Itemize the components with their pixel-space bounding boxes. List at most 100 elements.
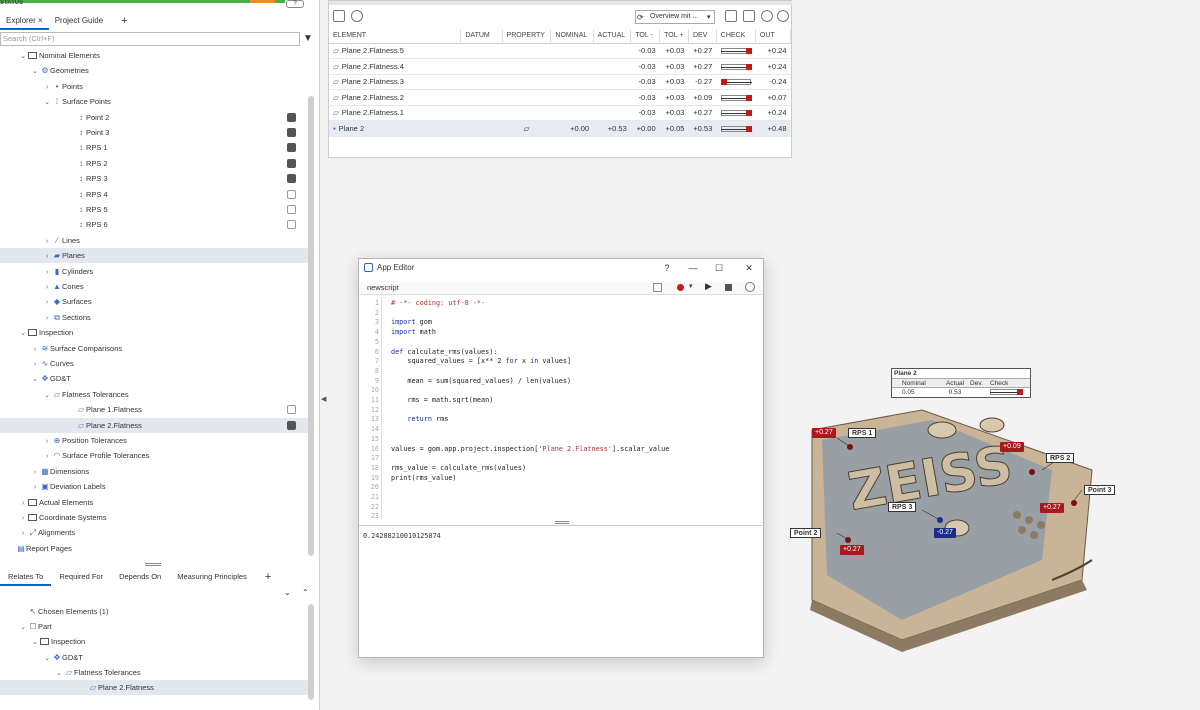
code-editor[interactable]: 1 # -*- coding: utf-8 -*- 2 3 import gom 4 imp… xyxy=(359,297,763,520)
tree-item[interactable]: ⌄ Nominal Elements xyxy=(0,48,310,63)
script-tab[interactable]: newscript xyxy=(359,281,763,295)
record-icon[interactable] xyxy=(677,284,684,291)
part-model[interactable]: ZEISS xyxy=(792,0,1200,710)
chevron-down-icon[interactable]: ⌄ xyxy=(18,326,28,341)
table-row[interactable]: ▱ Plane 2.Flatness.3 -0.03 +0.03 -0.27 -0.24 xyxy=(329,74,791,90)
tree-item[interactable]: › ◆ Surfaces xyxy=(0,294,310,309)
visibility-off-icon[interactable] xyxy=(287,405,296,415)
tree-item[interactable]: › ▲Cones xyxy=(0,279,310,294)
tab-relation[interactable]: Measuring Principles xyxy=(169,568,255,586)
tree-item[interactable]: ⌄ Inspection xyxy=(0,325,310,340)
list-icon[interactable] xyxy=(725,10,737,22)
add-tab-button[interactable]: + xyxy=(255,568,281,586)
tree-item[interactable]: › Actual Elements xyxy=(0,495,310,510)
column-header[interactable]: PROPERTY xyxy=(502,29,552,44)
eye-icon[interactable] xyxy=(287,112,296,122)
column-header[interactable]: OUT xyxy=(755,29,792,44)
filter-icon[interactable]: ▼ xyxy=(303,33,313,44)
settings-icon[interactable] xyxy=(745,282,755,292)
code-line[interactable]: rms_value = calculate_rms(values) xyxy=(391,464,526,472)
report-icon[interactable] xyxy=(743,10,755,22)
tree-item[interactable]: ↕ RPS 2 xyxy=(0,156,310,171)
chevron-right-icon[interactable]: › xyxy=(42,280,52,295)
visibility-off-icon[interactable] xyxy=(287,205,296,214)
chevron-down-icon[interactable]: ▾ xyxy=(689,282,693,290)
chevron-down-icon[interactable]: ⌄ xyxy=(42,388,52,403)
tree-item[interactable]: ↕ RPS 6 xyxy=(0,217,310,232)
tree-item[interactable]: ↕ Point 2 xyxy=(0,110,310,125)
chevron-right-icon[interactable]: › xyxy=(42,249,52,264)
chevron-down-icon[interactable]: ⌄ xyxy=(30,372,40,387)
visibility-off-icon[interactable] xyxy=(287,220,296,230)
maximize-button[interactable]: ☐ xyxy=(707,259,731,277)
tree-item[interactable]: › ⧉ Sections xyxy=(0,310,310,325)
tree-item[interactable]: ⌄ ☐Part xyxy=(0,619,310,634)
chevron-right-icon[interactable]: › xyxy=(42,434,52,449)
column-header[interactable]: ACTUAL xyxy=(593,29,632,44)
minimize-button[interactable]: — xyxy=(681,259,705,277)
column-header[interactable]: CHECK xyxy=(716,29,756,44)
visibility-off-icon[interactable] xyxy=(287,189,296,199)
help-button[interactable]: ? xyxy=(655,259,679,277)
table-row[interactable]: ▱ Plane 2.Flatness.2 -0.03 +0.03 +0.09 +0.07 xyxy=(329,89,791,106)
table-row[interactable]: ▱ Plane 2.Flatness.1 -0.03 +0.03 +0.27 +0.24 xyxy=(329,105,791,121)
rps2-label[interactable]: RPS 2 xyxy=(1046,453,1075,463)
point3-label[interactable]: Point 3 xyxy=(1084,485,1116,495)
output-console[interactable]: 0.24288210010125874 xyxy=(359,525,763,655)
chevron-down-icon[interactable]: ⌄ xyxy=(30,635,40,650)
tree-item[interactable]: ↕ RPS 3 xyxy=(0,171,310,186)
chevron-right-icon[interactable]: › xyxy=(18,511,28,526)
tree-item[interactable]: ↖ Chosen Elements (1) xyxy=(0,604,310,619)
splitter-handle-icon[interactable] xyxy=(145,563,161,564)
splitter-handle-icon[interactable] xyxy=(145,565,161,566)
add-tab-button[interactable]: + xyxy=(115,12,133,30)
code-line[interactable]: values = gom.app.project.inspection['Pla… xyxy=(391,445,669,453)
tree-item[interactable]: ⌄ ▱ Flatness Tolerances xyxy=(0,665,310,680)
stop-icon[interactable] xyxy=(725,284,732,291)
chevron-down-icon[interactable]: ⌄ xyxy=(54,666,64,681)
tree-item[interactable]: ↕ Point 3 xyxy=(0,125,310,140)
tree-scrollbar[interactable] xyxy=(308,96,314,556)
tree-item[interactable]: ▤Report Pages xyxy=(0,541,310,556)
tree-item[interactable]: ⌄ ▱ Flatness Tolerances xyxy=(0,387,310,402)
expand-all-icon[interactable]: ⌃ xyxy=(302,588,309,597)
rps1-label[interactable]: RPS 1 xyxy=(848,428,877,438)
splitter-handle-icon[interactable] xyxy=(555,521,569,522)
chevron-right-icon[interactable]: › xyxy=(42,311,52,326)
tree-item[interactable]: › ⊕ Position Tolerances xyxy=(0,433,310,448)
eye-icon[interactable] xyxy=(287,128,296,137)
tab-relation[interactable]: Depends On xyxy=(111,568,169,586)
play-icon[interactable]: ▶ xyxy=(705,281,712,292)
app-editor-window[interactable]: App Editor ? — ☐ ✕ newscript ▾ ▶ 1 # -*- … xyxy=(358,258,764,658)
tree-item[interactable]: ⌄ Inspection xyxy=(0,634,310,649)
tree-item[interactable]: › • Points xyxy=(0,79,310,94)
chevron-right-icon[interactable]: › xyxy=(42,80,52,95)
search-input[interactable]: Search (Ctrl+F) xyxy=(0,32,300,46)
code-line[interactable]: import math xyxy=(391,328,436,336)
rps3-label[interactable]: RPS 3 xyxy=(888,502,917,512)
table-row[interactable]: ▱ Plane 2.Flatness.4 -0.03 +0.03 +0.27 +0.24 xyxy=(329,58,791,75)
collapse-left-icon[interactable]: ◀ xyxy=(321,395,326,403)
code-line[interactable]: squared_values = [x** 2 for x in values] xyxy=(391,357,571,365)
tree-item[interactable]: › ▮ Cylinders xyxy=(0,264,310,279)
column-header[interactable]: TOL + xyxy=(659,29,689,44)
tree-item[interactable]: › ▣Deviation Labels xyxy=(0,479,310,494)
tree-item[interactable]: › ∿ Curves xyxy=(0,356,310,371)
chevron-down-icon[interactable]: ⌄ xyxy=(42,651,52,666)
tree-item[interactable]: › Coordinate Systems xyxy=(0,510,310,525)
chevron-down-icon[interactable]: ⌄ xyxy=(18,620,28,635)
globe-icon[interactable] xyxy=(351,10,363,22)
chevron-right-icon[interactable]: › xyxy=(30,357,40,372)
eye-icon[interactable] xyxy=(287,143,296,153)
table-row[interactable]: ▪ Plane 2 ▱ +0.00 +0.53 +0.00 +0.05 +0.53 +0.48 xyxy=(329,120,791,137)
close-button[interactable]: ✕ xyxy=(737,259,761,277)
chevron-right-icon[interactable]: › xyxy=(42,265,52,280)
code-line[interactable]: return rms xyxy=(391,415,448,423)
code-line[interactable]: mean = sum(squared_values) / len(values) xyxy=(391,377,571,385)
tree-item[interactable]: › ⁄ Lines xyxy=(0,233,310,248)
tree-item[interactable]: › ▰ Planes xyxy=(0,248,310,264)
3d-viewport[interactable]: ZEISS Plane 2 Nominal Actual Dev. Check xyxy=(790,0,1200,710)
chevron-down-icon[interactable]: ⌄ xyxy=(42,95,52,110)
code-line[interactable]: import gom xyxy=(391,318,432,326)
table-settings-icon[interactable] xyxy=(333,10,345,22)
